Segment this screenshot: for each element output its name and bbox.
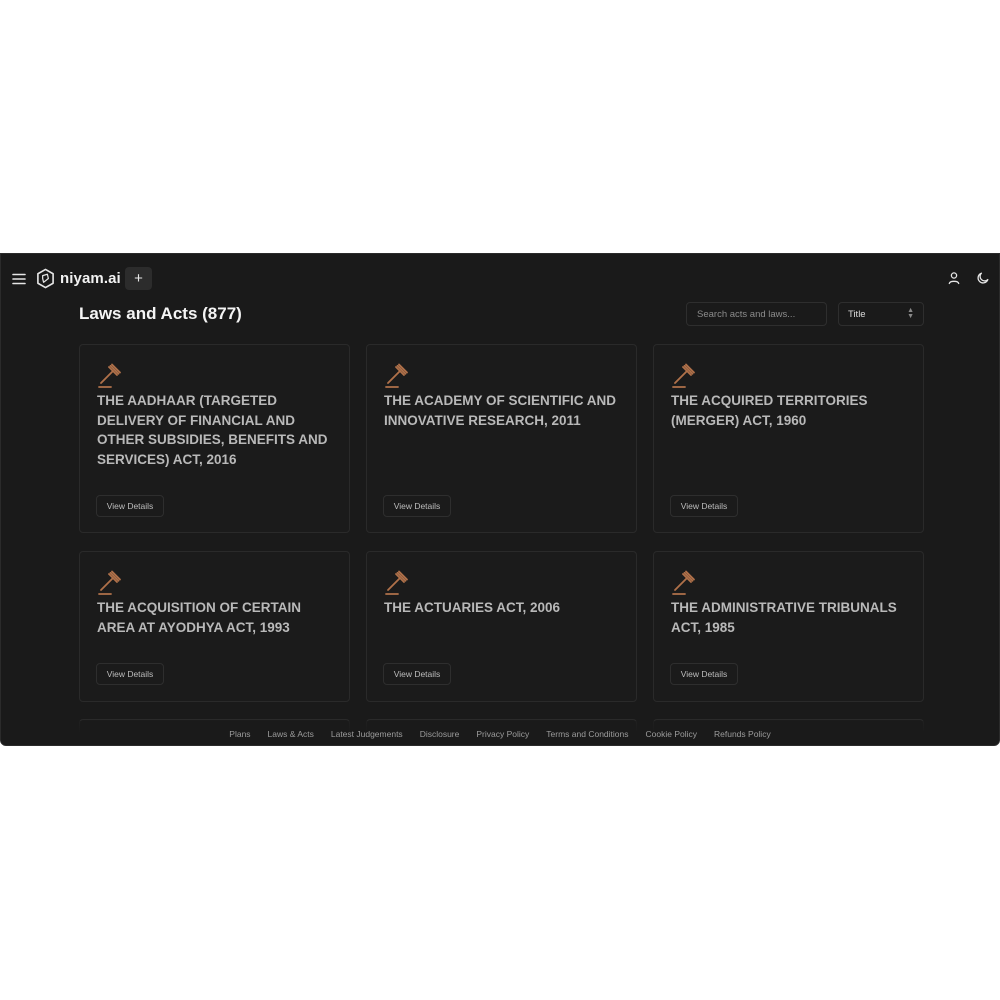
new-chat-button[interactable]: + — [125, 267, 152, 290]
view-details-button[interactable]: View Details — [383, 663, 451, 685]
act-title: THE ACADEMY OF SCIENTIFIC AND INNOVATIVE… — [384, 393, 617, 428]
view-details-button[interactable]: View Details — [670, 495, 738, 517]
brand-name: niyam.ai — [60, 270, 121, 287]
act-card: THE ACADEMY OF SCIENTIFIC AND INNOVATIVE… — [366, 344, 637, 533]
act-card: THE ADMINISTRATIVE TRIBUNALS ACT, 1985 V… — [653, 551, 924, 702]
gavel-icon — [98, 363, 121, 388]
footer-link-disclosure[interactable]: Disclosure — [420, 729, 460, 739]
search-input[interactable] — [686, 302, 827, 326]
act-title: THE ACTUARIES ACT, 2006 — [384, 600, 561, 615]
view-details-button[interactable]: View Details — [670, 663, 738, 685]
footer-link-laws-acts[interactable]: Laws & Acts — [268, 729, 314, 739]
app-window: niyam.ai + Laws and Acts (877) Title ▲▼ … — [0, 253, 1000, 746]
moon-icon[interactable] — [976, 271, 990, 285]
gavel-icon — [385, 570, 408, 595]
top-bar: niyam.ai + — [1, 254, 999, 304]
act-title: THE ACQUIRED TERRITORIES (MERGER) ACT, 1… — [671, 393, 868, 428]
footer-link-refunds-policy[interactable]: Refunds Policy — [714, 729, 771, 739]
gavel-icon — [98, 570, 121, 595]
hamburger-icon[interactable] — [11, 271, 27, 287]
hexagon-logo-icon — [37, 268, 54, 289]
view-details-button[interactable]: View Details — [383, 495, 451, 517]
act-title: THE ADMINISTRATIVE TRIBUNALS ACT, 1985 — [671, 600, 897, 635]
footer-link-privacy-policy[interactable]: Privacy Policy — [476, 729, 529, 739]
footer-link-cookie-policy[interactable]: Cookie Policy — [646, 729, 698, 739]
footer-link-plans[interactable]: Plans — [229, 729, 250, 739]
sort-value: Title — [848, 308, 866, 320]
act-title: THE AADHAAR (TARGETED DELIVERY OF FINANC… — [97, 393, 328, 467]
view-details-button[interactable]: View Details — [96, 495, 164, 517]
gavel-icon — [672, 570, 695, 595]
footer-links: Plans Laws & Acts Latest Judgements Disc… — [1, 721, 999, 745]
footer-link-latest-judgements[interactable]: Latest Judgements — [331, 729, 403, 739]
gavel-icon — [672, 363, 695, 388]
act-title: THE ACQUISITION OF CERTAIN AREA AT AYODH… — [97, 600, 301, 635]
gavel-icon — [385, 363, 408, 388]
brand-logo[interactable]: niyam.ai — [36, 268, 121, 289]
user-icon[interactable] — [947, 271, 961, 285]
act-card: THE ACQUIRED TERRITORIES (MERGER) ACT, 1… — [653, 344, 924, 533]
act-card: THE AADHAAR (TARGETED DELIVERY OF FINANC… — [79, 344, 350, 533]
chevron-up-down-icon: ▲ ▼ — [907, 307, 914, 320]
page-title: Laws and Acts (877) — [79, 304, 242, 323]
footer-link-terms[interactable]: Terms and Conditions — [546, 729, 628, 739]
act-card: THE ACQUISITION OF CERTAIN AREA AT AYODH… — [79, 551, 350, 702]
sort-select[interactable]: Title ▲ ▼ — [838, 302, 924, 326]
view-details-button[interactable]: View Details — [96, 663, 164, 685]
act-card: THE ACTUARIES ACT, 2006 View Details — [366, 551, 637, 702]
